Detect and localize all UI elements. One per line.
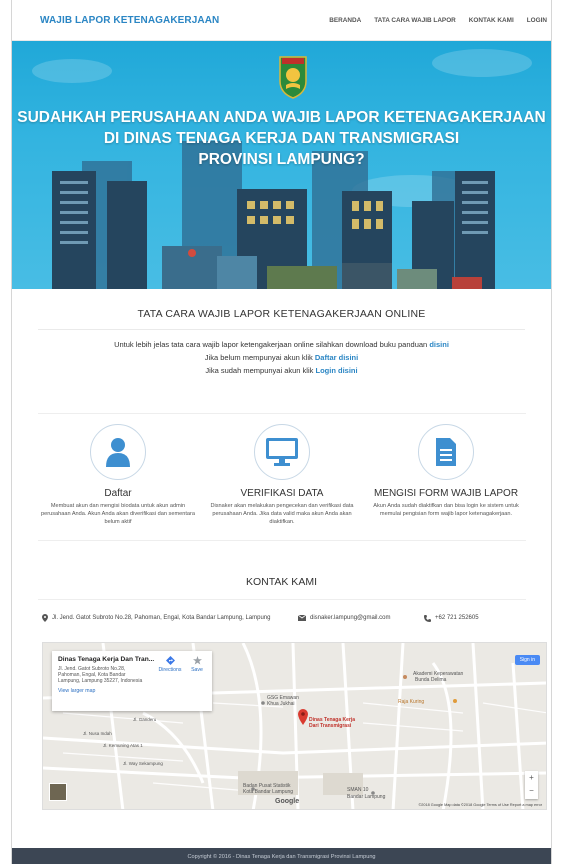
steps-row: Daftar Membuat akun dan mengisi biodata … <box>38 413 526 526</box>
map-label-sman-bdl: Bandar Lampung <box>347 794 386 800</box>
map-label-raja: Raja Kuring <box>398 699 424 705</box>
download-guide-link[interactable]: disini <box>429 340 449 349</box>
kontak-title: KONTAK KAMI <box>246 576 317 588</box>
contact-phone: +62 721 252605 <box>424 614 479 622</box>
instruction-login: Jika sudah mempunyai akun klik Login dis… <box>12 364 551 377</box>
instruction-register: Jika belum mempunyai akun klik Daftar di… <box>12 351 551 364</box>
step-verifikasi-circle <box>254 424 310 480</box>
contact-info: Jl. Jend. Gatot Subroto No.28, Pahoman, … <box>42 614 522 622</box>
map-place-card: Dinas Tenaga Kerja Dan Tran... Jl. Jend.… <box>52 651 212 711</box>
step-verifikasi-desc: Disnaker akan melakukan pengecekan dan v… <box>210 503 354 525</box>
instruction-download: Untuk lebih jelas tata cara wajib lapor … <box>12 338 551 351</box>
envelope-icon <box>298 615 306 621</box>
star-icon <box>192 656 202 665</box>
map-place-title: Dinas Tenaga Kerja Dan Tran... <box>58 656 155 663</box>
instruction-download-text: Untuk lebih jelas tata cara wajib lapor … <box>114 340 428 349</box>
google-map[interactable]: Akademi Keperawatan Bunda Delima GSG Ema… <box>42 642 547 810</box>
hero-title: SUDAHKAH PERUSAHAAN ANDA WAJIB LAPOR KET… <box>12 107 551 170</box>
zoom-out-button[interactable]: − <box>525 784 538 797</box>
map-satellite-thumbnail[interactable] <box>49 783 67 801</box>
contact-address: Jl. Jend. Gatot Subroto No.28, Pahoman, … <box>42 614 298 622</box>
step-mengisi-form-desc: Akun Anda sudah diaktifkan dan bisa logi… <box>373 503 519 517</box>
directions-icon <box>165 656 175 665</box>
divider <box>38 599 526 600</box>
divider <box>38 329 525 330</box>
step-mengisi-form: MENGISI FORM WAJIB LAPOR Akun Anda sudah… <box>366 424 526 526</box>
document-icon <box>436 438 456 466</box>
step-daftar-title: Daftar <box>104 488 132 499</box>
hero-banner: SUDAHKAH PERUSAHAAN ANDA WAJIB LAPOR KET… <box>12 41 551 289</box>
step-daftar: Daftar Membuat akun dan mengisi biodata … <box>38 424 198 526</box>
map-marker-icon <box>42 614 48 622</box>
nav-menu: BERANDA TATA CARA WAJIB LAPOR KONTAK KAM… <box>329 17 547 24</box>
page-footer: Copyright © 2016 - Dinas Tenaga Kerja da… <box>12 848 551 864</box>
hero-title-line-1: SUDAHKAH PERUSAHAAN ANDA WAJIB LAPOR KET… <box>17 109 546 126</box>
map-pin-label-2: Dari Transmigrasi <box>309 723 352 729</box>
map-place-address: Jl. Jend. Gatot Subroto No.28, Pahoman, … <box>58 666 143 684</box>
navbar: WAJIB LAPOR KETENAGAKERJAAN BERANDA TATA… <box>12 0 551 41</box>
user-icon <box>106 438 130 467</box>
view-larger-map-link[interactable]: View larger map <box>58 688 206 694</box>
brand-link[interactable]: WAJIB LAPOR KETENAGAKERJAAN <box>40 15 219 26</box>
step-verifikasi-title: VERIFIKASI DATA <box>240 488 324 499</box>
tata-cara-section: TATA CARA WAJIB LAPOR KETENAGAKERJAAN ON… <box>12 308 551 377</box>
register-link[interactable]: Daftar disini <box>315 353 358 362</box>
instruction-login-text: Jika sudah mempunyai akun klik <box>205 366 314 375</box>
directions-button[interactable]: Directions <box>157 656 183 673</box>
zoom-in-button[interactable]: + <box>525 771 538 784</box>
nav-login[interactable]: LOGIN <box>527 17 547 24</box>
map-label-smanb: SMAN 10 <box>347 787 369 793</box>
step-daftar-circle <box>90 424 146 480</box>
map-label-jl-way: Jl. Way Sekampung <box>123 761 163 766</box>
frame-left-margin <box>0 0 12 864</box>
monitor-icon <box>266 438 298 466</box>
login-link[interactable]: Login disini <box>316 366 358 375</box>
hero-title-line-2: DI DINAS TENAGA KERJA DAN TRANSMIGRASI <box>103 130 460 147</box>
map-attribution: ©2018 Google Map data ©2018 Google Terms… <box>418 803 542 807</box>
phone-icon <box>424 614 431 622</box>
contact-address-text: Jl. Jend. Gatot Subroto No.28, Pahoman, … <box>52 615 271 621</box>
contact-email: disnaker.lampung@gmail.com <box>298 614 424 622</box>
map-sign-in-button[interactable]: Sign in <box>514 655 540 665</box>
save-button[interactable]: Save <box>187 656 207 673</box>
nav-tata-cara[interactable]: TATA CARA WAJIB LAPOR <box>374 17 456 24</box>
map-label-jl-kemuning: Jl. Kemuning Atas 1 <box>103 743 143 748</box>
page: WAJIB LAPOR KETENAGAKERJAAN BERANDA TATA… <box>12 0 551 864</box>
map-label-khusu: Khua Jukhai <box>267 701 295 707</box>
step-mengisi-form-title: MENGISI FORM WAJIB LAPOR <box>373 488 519 499</box>
lampung-logo <box>279 56 307 99</box>
contact-phone-text: +62 721 252605 <box>435 615 479 621</box>
map-label-jl-nusa: Jl. Nusa Indah <box>83 731 112 736</box>
step-mengisi-form-circle <box>418 424 474 480</box>
map-zoom-control: + − <box>525 771 538 799</box>
browser-frame: WAJIB LAPOR KETENAGAKERJAAN BERANDA TATA… <box>0 0 565 864</box>
hero-title-line-3: PROVINSI LAMPUNG? <box>198 151 365 168</box>
directions-label: Directions <box>158 667 182 673</box>
tata-cara-title: TATA CARA WAJIB LAPOR KETENAGAKERJAAN ON… <box>137 308 426 320</box>
map-label-jl-ganderu: Jl. Ganderu <box>133 717 157 722</box>
save-label: Save <box>191 667 203 673</box>
map-label-badan2: Kota Bandar Lampung <box>243 789 293 795</box>
map-label-akademi2: Bunda Delima <box>415 677 447 683</box>
google-logo: Google <box>275 798 300 805</box>
tata-cara-instructions: Untuk lebih jelas tata cara wajib lapor … <box>12 338 551 377</box>
nav-beranda[interactable]: BERANDA <box>329 17 361 24</box>
instruction-register-text: Jika belum mempunyai akun klik <box>204 353 313 362</box>
step-daftar-desc: Membuat akun dan mengisi biodata untuk a… <box>41 503 195 525</box>
frame-right-margin <box>551 0 565 864</box>
step-verifikasi: VERIFIKASI DATA Disnaker akan melakukan … <box>202 424 362 526</box>
divider <box>38 540 526 541</box>
contact-email-text[interactable]: disnaker.lampung@gmail.com <box>310 615 390 621</box>
nav-kontak-kami[interactable]: KONTAK KAMI <box>469 17 514 24</box>
